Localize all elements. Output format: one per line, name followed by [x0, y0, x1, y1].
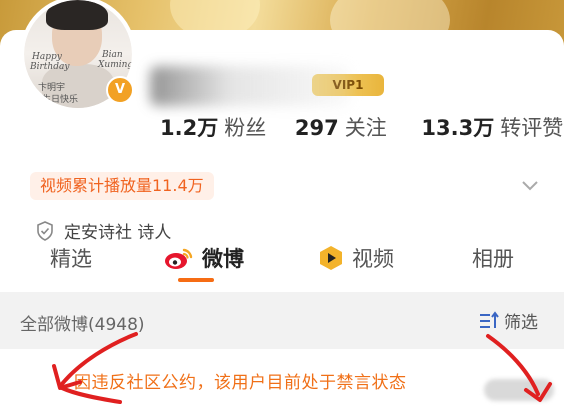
followers-count: 1.2万	[160, 116, 219, 140]
reposts-stat[interactable]: 13.3万 转评赞	[421, 116, 563, 140]
profile-stats: 1.2万 粉丝 297 关注 13.3万 转评赞	[150, 112, 563, 142]
tab-album[interactable]: 相册	[472, 236, 514, 280]
avatar-text: Bian	[102, 50, 123, 60]
feed-header: 全部微博(4948) 筛选	[0, 292, 564, 349]
video-icon	[320, 246, 342, 270]
tab-label: 视频	[352, 247, 394, 271]
feed-title: 全部微博(4948)	[20, 315, 145, 335]
avatar-hair	[46, 0, 108, 30]
following-stat[interactable]: 297 关注	[295, 116, 394, 140]
filter-icon	[480, 310, 499, 328]
avatar-text: Birthday	[30, 62, 70, 72]
weibo-logo-icon	[165, 248, 193, 269]
avatar-text: 生日快乐	[42, 95, 79, 105]
chevron-down-icon[interactable]	[521, 176, 539, 194]
tab-videos[interactable]: 视频	[318, 236, 394, 280]
tab-featured[interactable]: 精选	[50, 236, 92, 280]
watermark	[484, 379, 554, 401]
followers-stat[interactable]: 1.2万 粉丝	[160, 116, 273, 140]
ban-message: 因违反社区公约，该用户目前处于禁言状态	[74, 373, 407, 393]
tab-label: 精选	[50, 247, 92, 271]
active-tab-indicator	[178, 278, 214, 282]
filter-label: 筛选	[504, 313, 538, 333]
profile-tabs: 精选 微博 视频 相册	[0, 236, 564, 282]
avatar-text: Xuming	[98, 60, 132, 70]
reposts-count: 13.3万	[421, 116, 495, 140]
following-label: 关注	[344, 116, 387, 140]
tab-weibo[interactable]: 微博	[164, 236, 244, 280]
tab-label: 相册	[472, 247, 514, 271]
avatar-text: Happy	[32, 52, 62, 62]
followers-label: 粉丝	[224, 116, 267, 140]
reposts-label: 转评赞	[500, 116, 564, 140]
video-play-count: 视频累计播放量11.4万	[30, 172, 214, 200]
tab-label: 微博	[202, 247, 244, 271]
username-redacted	[150, 66, 350, 106]
following-count: 297	[294, 116, 339, 140]
filter-button[interactable]: 筛选	[478, 308, 538, 333]
verified-badge-icon: V	[106, 76, 134, 104]
ban-notice: 因违反社区公约，该用户目前处于禁言状态	[0, 349, 564, 407]
